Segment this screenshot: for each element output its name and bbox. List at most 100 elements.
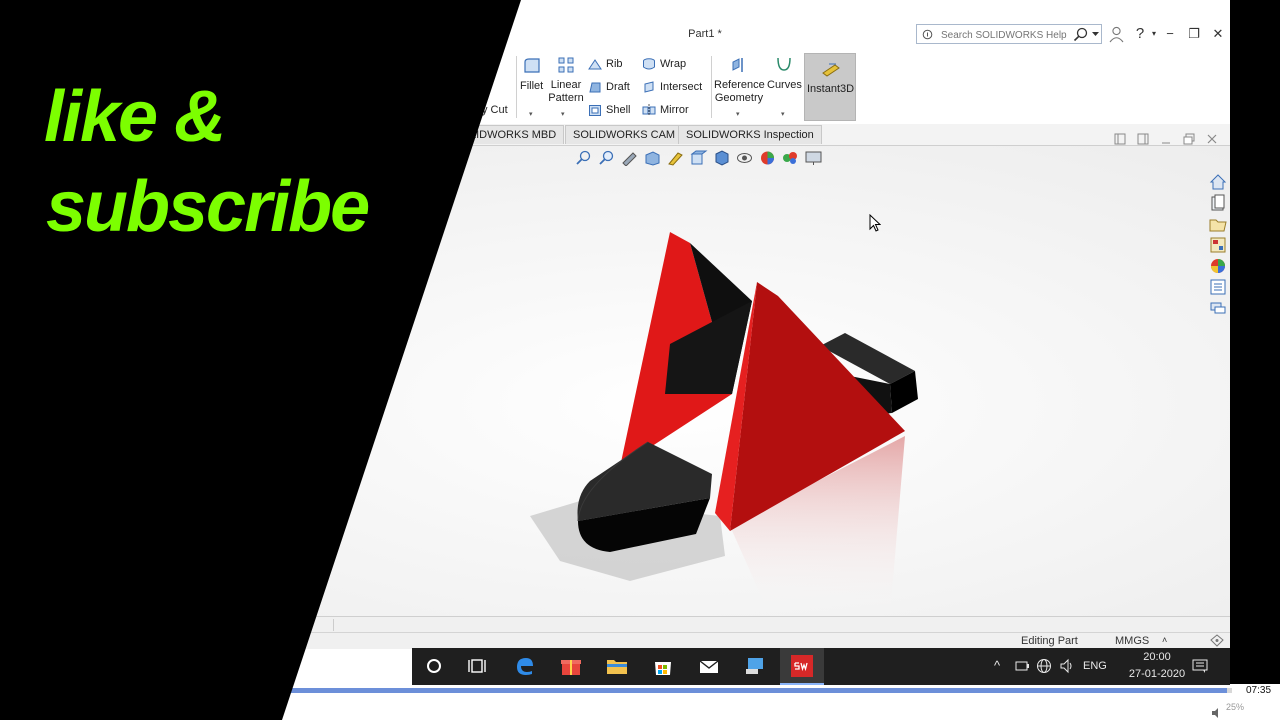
promo-text-line-1: like &	[44, 77, 226, 157]
tab-solidworks-inspection[interactable]: SOLIDWORKS Inspection	[678, 125, 822, 144]
mail-icon[interactable]	[697, 654, 721, 678]
apply-scene-icon[interactable]	[781, 150, 800, 166]
display-style-icon[interactable]	[712, 150, 731, 166]
help-search-box[interactable]	[916, 24, 1102, 44]
curves-button[interactable]: Curves	[767, 56, 802, 91]
previous-view-icon[interactable]	[620, 150, 639, 166]
help-button[interactable]: ?	[1130, 25, 1150, 42]
intersect-button[interactable]: Intersect	[642, 80, 702, 94]
volume-icon[interactable]	[1059, 658, 1075, 674]
restore-button[interactable]: ❐	[1184, 26, 1204, 42]
promo-text-line-2: subscribe	[46, 167, 370, 247]
draft-label: Draft	[606, 81, 630, 93]
viewport-restore-icon[interactable]	[1183, 133, 1195, 145]
close-button[interactable]: ✕	[1208, 26, 1228, 42]
extruded-cut-label-fragment[interactable]: y Cut	[482, 104, 508, 116]
draft-button[interactable]: Draft	[588, 80, 630, 94]
customize-status-icon[interactable]	[1209, 634, 1225, 648]
view-orientation-icon[interactable]	[689, 150, 708, 166]
letterbox-right-bar	[1230, 0, 1280, 684]
forum-icon[interactable]	[1209, 299, 1227, 317]
unit-system-selector[interactable]: MMGS	[1115, 635, 1149, 647]
reference-geometry-button[interactable]: Reference Geometry	[714, 56, 765, 105]
linear-pattern-dropdown-icon[interactable]: ▾	[561, 110, 565, 118]
wrap-button[interactable]: Wrap	[642, 57, 686, 71]
edit-appearance-icon[interactable]	[758, 150, 777, 166]
search-icon	[922, 29, 933, 40]
fillet-label: Fillet	[520, 80, 544, 92]
remote-desktop-icon[interactable]	[743, 654, 767, 678]
tile-left-icon[interactable]	[1114, 133, 1126, 145]
reference-geometry-dropdown-icon[interactable]: ▾	[736, 110, 740, 118]
linear-pattern-button[interactable]: Linear Pattern	[548, 56, 584, 105]
file-explorer-icon[interactable]	[1209, 215, 1227, 233]
clock-time[interactable]: 20:00	[1117, 651, 1197, 663]
section-view-icon[interactable]	[643, 150, 662, 166]
instant3d-button[interactable]: Instant3D	[804, 53, 856, 121]
tray-overflow-icon[interactable]: ^	[994, 658, 1000, 673]
view-palette-icon[interactable]	[1209, 236, 1227, 254]
fillet-icon	[524, 58, 540, 73]
viewport-close-icon[interactable]	[1206, 133, 1218, 145]
edge-browser-icon[interactable]	[513, 654, 537, 678]
gift-app-icon[interactable]	[559, 654, 583, 678]
user-account-icon[interactable]	[1109, 26, 1124, 43]
dynamic-annotation-icon[interactable]	[666, 150, 685, 166]
home-icon[interactable]	[1209, 173, 1227, 191]
curves-dropdown-icon[interactable]: ▾	[781, 110, 785, 118]
design-library-icon[interactable]	[1209, 194, 1227, 212]
help-menu-arrow-icon[interactable]: ▾	[1152, 29, 1156, 38]
microsoft-store-icon[interactable]	[651, 654, 675, 678]
magnifier-icon[interactable]	[1073, 27, 1089, 42]
reference-geometry-label-2: Geometry	[714, 92, 764, 104]
appearances-icon[interactable]	[1209, 257, 1227, 275]
fillet-button[interactable]: Fillet	[520, 56, 544, 92]
tab-solidworks-mbd[interactable]: LIDWORKS MBD	[462, 125, 565, 144]
shell-button[interactable]: Shell	[588, 103, 630, 117]
video-progress-bar[interactable]	[290, 688, 1232, 693]
viewport-minimize-icon[interactable]	[1160, 133, 1172, 145]
unit-system-arrow-icon[interactable]: ˄	[1162, 635, 1167, 645]
task-view-icon[interactable]	[466, 654, 490, 678]
instant3d-icon	[822, 63, 840, 77]
battery-icon[interactable]	[1015, 660, 1029, 672]
wrap-label: Wrap	[660, 58, 687, 70]
video-current-time: 07:35	[1246, 685, 1272, 696]
curves-label: Curves	[767, 79, 802, 91]
zoom-to-fit-icon[interactable]	[574, 150, 593, 166]
file-explorer-taskbar-icon[interactable]	[605, 654, 629, 678]
network-globe-icon[interactable]	[1036, 658, 1052, 674]
rib-label: Rib	[606, 58, 623, 70]
window-title: Part1 *	[688, 28, 722, 40]
cortana-search-icon[interactable]	[422, 654, 446, 678]
custom-properties-icon[interactable]	[1209, 278, 1227, 296]
help-search-input[interactable]	[939, 27, 1073, 43]
minimize-button[interactable]: −	[1160, 26, 1180, 41]
action-center-icon[interactable]	[1192, 659, 1208, 674]
zoom-to-area-icon[interactable]	[597, 150, 616, 166]
mirror-button[interactable]: Mirror	[642, 103, 689, 117]
title-bar: Part1 * ? ▾ − ❐ ✕	[0, 18, 1230, 52]
dropdown-arrow-icon[interactable]	[1092, 32, 1099, 37]
scroll-handle[interactable]	[311, 619, 334, 631]
windows-taskbar: ^ ENG 20:00 27-01-2020	[412, 648, 1230, 685]
clock-date[interactable]: 27-01-2020	[1117, 668, 1197, 680]
3d-part-model[interactable]	[520, 216, 940, 616]
ribbon-separator	[516, 56, 517, 118]
video-volume-icon[interactable]	[1211, 708, 1223, 718]
view-settings-icon[interactable]	[804, 150, 823, 166]
mirror-label: Mirror	[660, 104, 689, 116]
mouse-cursor-icon	[869, 214, 881, 232]
intersect-icon	[644, 81, 654, 93]
tab-solidworks-cam[interactable]: SOLIDWORKS CAM	[565, 125, 684, 144]
input-language-indicator[interactable]: ENG	[1083, 660, 1107, 672]
curves-icon	[777, 57, 791, 71]
hide-show-items-icon[interactable]	[735, 150, 754, 166]
fillet-dropdown-icon[interactable]: ▾	[529, 110, 533, 118]
shell-icon	[589, 105, 601, 116]
tile-right-icon[interactable]	[1137, 133, 1149, 145]
solidworks-taskbar-button[interactable]	[780, 648, 824, 685]
viewport-window-controls	[1114, 133, 1218, 145]
reference-geometry-icon	[732, 58, 743, 72]
rib-button[interactable]: Rib	[588, 57, 623, 71]
